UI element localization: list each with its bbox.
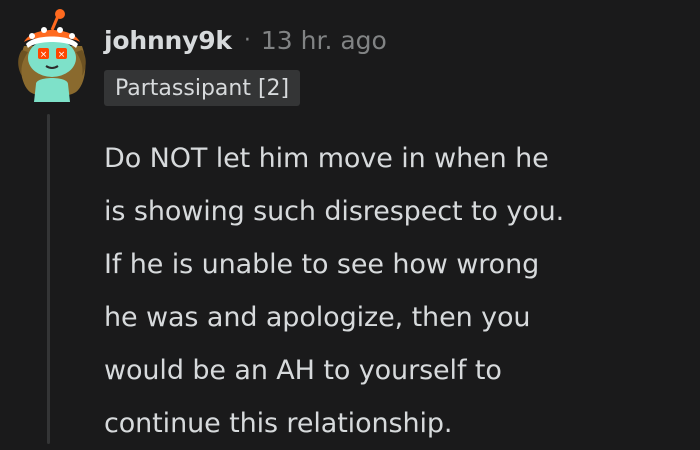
comment-line: continue this relationship. [104, 408, 453, 439]
comment-header: johnny9k · 13 hr. ago [104, 20, 387, 60]
comment-line: If he is unable to see how wrong [104, 249, 540, 280]
comment-line: he was and apologize, then you [104, 302, 531, 333]
svg-text:×: × [58, 50, 66, 60]
comment-line: is showing such disrespect to you. [104, 196, 565, 227]
comment-line: Do NOT let him move in when he [104, 143, 549, 174]
comment-body: Do NOT let him move in when he is showin… [104, 132, 694, 450]
avatar[interactable]: × × [10, 6, 94, 102]
svg-text:×: × [40, 50, 48, 60]
timestamp[interactable]: 13 hr. ago [261, 26, 387, 55]
user-flair: Partassipant [2] [104, 70, 301, 106]
separator-dot: · [243, 27, 251, 53]
thread-line[interactable] [47, 114, 50, 444]
comment-line: would be an AH to yourself to [104, 355, 502, 386]
snoo-avatar-icon: × × [18, 9, 86, 102]
username[interactable]: johnny9k [104, 26, 232, 55]
